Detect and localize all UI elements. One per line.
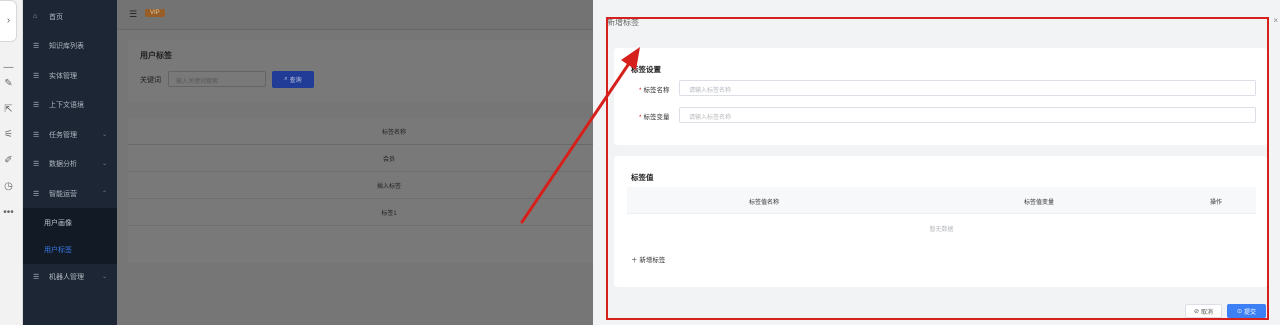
- section-title: 标签设置: [631, 65, 661, 74]
- table-header: 标签值名称 标签值变量 操作: [627, 187, 1256, 214]
- minus-icon[interactable]: —: [0, 62, 17, 74]
- tag-variable-input[interactable]: 请输入标签名称: [679, 107, 1256, 123]
- empty-state: 暂无数据: [929, 227, 954, 233]
- required-mark: *: [639, 114, 642, 121]
- tag-variable-label: * 标签变量: [639, 111, 670, 121]
- tag-settings-section: 标签设置 * 标签名称 请输入标签名称 * 标签变量 请输入标签名称: [614, 48, 1267, 145]
- tag-variable-label-text: 标签变量: [643, 114, 670, 121]
- column-header-actions: 操作: [1210, 200, 1223, 206]
- chevron-right-icon: ›: [6, 15, 11, 26]
- tag-name-input[interactable]: 请输入标签名称: [679, 80, 1256, 96]
- plus-icon: ＋: [631, 257, 638, 264]
- tag-name-label: * 标签名称: [639, 84, 670, 94]
- submit-button[interactable]: ⊙ 提交: [1227, 304, 1266, 318]
- close-icon[interactable]: ×: [1273, 16, 1278, 25]
- cancel-icon: ⊘: [1193, 308, 1199, 315]
- check-circle-icon: ⊙: [1236, 308, 1242, 315]
- cancel-button[interactable]: ⊘ 取消: [1185, 304, 1222, 318]
- cancel-button-label: 取消: [1201, 309, 1214, 316]
- add-tag-label: 新增标签: [639, 257, 666, 264]
- sliders-icon[interactable]: ⚟: [0, 129, 17, 141]
- tag-name-label-text: 标签名称: [643, 87, 670, 94]
- modal-overlay: [23, 0, 593, 325]
- dialog-title: 新增标签: [607, 18, 639, 27]
- pen-icon[interactable]: ✎: [0, 78, 17, 90]
- collapse-toolbar-button[interactable]: ›: [0, 0, 17, 42]
- column-header-value-name: 标签值名称: [749, 200, 780, 206]
- add-tag-value-button[interactable]: ＋ 新增标签: [631, 254, 665, 264]
- column-header-value-variable: 标签值变量: [1024, 200, 1055, 206]
- required-mark: *: [639, 87, 642, 94]
- section-title: 标签值: [631, 173, 654, 182]
- submit-button-label: 提交: [1244, 309, 1257, 316]
- tag-values-table: 标签值名称 标签值变量 操作 暂无数据: [627, 187, 1256, 246]
- history-icon[interactable]: ◷: [0, 181, 17, 193]
- more-icon[interactable]: •••: [0, 207, 17, 219]
- tag-values-section: 标签值 标签值名称 标签值变量 操作 暂无数据 ＋ 新增标签: [614, 156, 1267, 287]
- cursor-icon[interactable]: ⇱: [0, 104, 17, 116]
- annotation-toolbar: › — ✎ ⇱ ⚟ ✐ ◷ •••: [0, 0, 23, 325]
- edit-box-icon[interactable]: ✐: [0, 155, 17, 167]
